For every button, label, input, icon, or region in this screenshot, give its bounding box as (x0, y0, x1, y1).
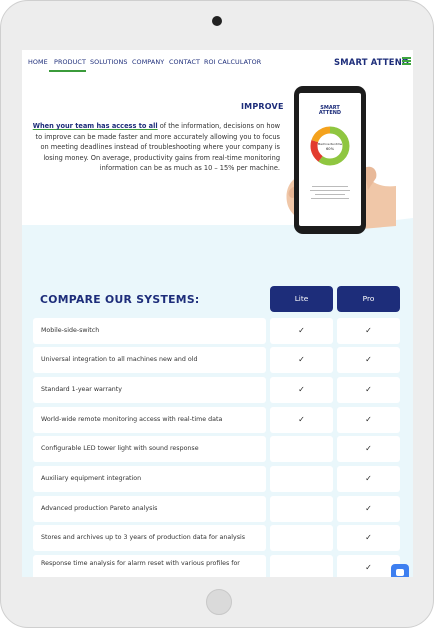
donut-value: 60% (326, 147, 335, 151)
device-text-lines (307, 183, 353, 202)
compare-title: COMPARE OUR SYSTEMS: (40, 293, 200, 306)
lite-check-cell: ✓ (270, 407, 333, 433)
donut-label: Machine Runtime (318, 142, 343, 146)
feature-label: Universal integration to all machines ne… (33, 347, 266, 373)
logo-bars-icon (402, 57, 411, 66)
screen: HOME PRODUCT SOLUTIONS COMPANY CONTACT R… (22, 50, 413, 577)
feature-label: Configurable LED tower light with sound … (33, 436, 266, 462)
lite-plan-button[interactable]: Lite (270, 286, 333, 312)
feature-row: Universal integration to all machines ne… (33, 347, 412, 373)
camera-icon (212, 16, 222, 26)
feature-label: Auxiliary equipment integration (33, 466, 266, 492)
nav-product-link[interactable]: PRODUCT (54, 58, 86, 66)
nav-home-link[interactable]: HOME (28, 58, 48, 66)
feature-row: Stores and archives up to 3 years of pro… (33, 525, 412, 551)
lite-check-cell (270, 466, 333, 492)
pro-check-cell: ✓ (337, 436, 400, 462)
device-logo: SMART ATTEND (308, 105, 352, 117)
pro-check-cell: ✓ (337, 525, 400, 551)
pro-check-cell: ✓ (337, 318, 400, 344)
lite-check-cell: ✓ (270, 347, 333, 373)
lite-check-cell (270, 496, 333, 522)
feature-label: Standard 1-year warranty (33, 377, 266, 403)
device-mockup: SMART ATTEND Machine Runtime 60% (294, 86, 366, 234)
device-screen: SMART ATTEND Machine Runtime 60% (299, 93, 361, 226)
improve-heading: IMPROVE (241, 102, 284, 111)
home-button[interactable] (206, 589, 232, 615)
pro-check-cell: ✓ (337, 496, 400, 522)
lite-check-cell: ✓ (270, 318, 333, 344)
nav-company-link[interactable]: COMPANY (132, 58, 164, 66)
feature-row: Configurable LED tower light with sound … (33, 436, 412, 462)
hero-paragraph: When your team has access to all of the … (26, 121, 280, 174)
pro-check-cell: ✓ (337, 347, 400, 373)
device-logo-line2: ATTEND (318, 110, 342, 117)
nav-solutions-link[interactable]: SOLUTIONS (90, 58, 128, 66)
feature-row: Mobile-side-switch ✓ ✓ (33, 318, 412, 344)
feature-label: Stores and archives up to 3 years of pro… (33, 525, 266, 551)
feature-label: Response time analysis for alarm reset w… (33, 555, 266, 577)
feature-row: Auxiliary equipment integration ✓ (33, 466, 412, 492)
pro-check-cell: ✓ (337, 407, 400, 433)
lite-check-cell: ✓ (270, 377, 333, 403)
tablet-frame: HOME PRODUCT SOLUTIONS COMPANY CONTACT R… (0, 0, 434, 628)
feature-label: Mobile-side-switch (33, 318, 266, 344)
pro-plan-button[interactable]: Pro (337, 286, 400, 312)
lite-check-cell (270, 525, 333, 551)
nav-contact-link[interactable]: CONTACT (169, 58, 200, 66)
feature-row: Standard 1-year warranty ✓ ✓ (33, 377, 412, 403)
feature-label: Advanced production Pareto analysis (33, 496, 266, 522)
pro-check-cell: ✓ (337, 377, 400, 403)
top-nav: HOME PRODUCT SOLUTIONS COMPANY CONTACT R… (22, 50, 413, 74)
hero-highlight: When your team has access to all (32, 122, 158, 130)
nav-roi-calculator-link[interactable]: ROI CALCULATOR (204, 58, 261, 66)
brand-logo[interactable]: SMART ATTEND (334, 57, 409, 67)
pro-check-cell: ✓ (337, 466, 400, 492)
feature-row: World-wide remote monitoring access with… (33, 407, 412, 433)
feature-row: Response time analysis for alarm reset w… (33, 555, 412, 577)
active-nav-underline (49, 70, 86, 72)
chat-bubble-icon[interactable] (391, 564, 409, 577)
feature-label: World-wide remote monitoring access with… (33, 407, 266, 433)
feature-row: Advanced production Pareto analysis ✓ (33, 496, 412, 522)
lite-check-cell (270, 555, 333, 577)
runtime-donut-chart: Machine Runtime 60% (310, 126, 350, 166)
lite-check-cell (270, 436, 333, 462)
